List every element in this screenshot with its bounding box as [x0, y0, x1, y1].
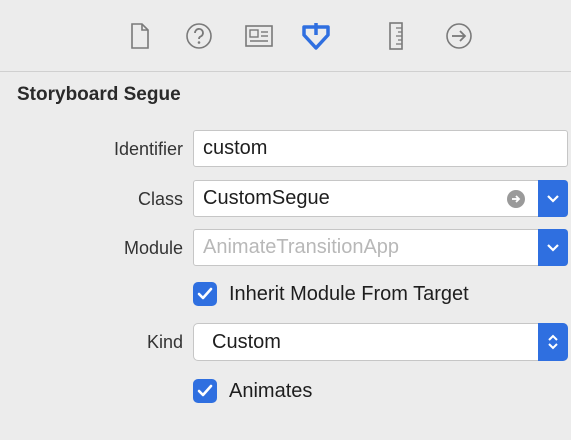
- animates-label: Animates: [229, 379, 313, 402]
- kind-value: Custom: [212, 331, 281, 353]
- file-icon[interactable]: [124, 20, 156, 52]
- inherit-module-label: Inherit Module From Target: [229, 282, 469, 305]
- ruler-icon[interactable]: [380, 20, 412, 52]
- inherit-module-checkbox[interactable]: [193, 282, 217, 306]
- class-dropdown-button[interactable]: [538, 180, 568, 217]
- identifier-label: Identifier: [113, 139, 183, 159]
- class-field[interactable]: CustomSegue: [193, 180, 568, 217]
- connections-icon[interactable]: [443, 20, 475, 52]
- up-down-chevron-icon: [548, 334, 558, 350]
- module-label: Module: [123, 238, 183, 258]
- goto-arrow-icon[interactable]: [507, 190, 525, 208]
- kind-stepper-button[interactable]: [538, 323, 568, 361]
- animates-checkbox[interactable]: [193, 379, 217, 403]
- checkmark-icon: [197, 384, 213, 397]
- module-field[interactable]: AnimateTransitionApp: [193, 229, 568, 266]
- animates-checkbox-row[interactable]: Animates: [193, 377, 312, 405]
- module-dropdown-button[interactable]: [538, 229, 568, 266]
- checkmark-icon: [197, 287, 213, 300]
- attributes-icon[interactable]: [300, 20, 332, 52]
- inherit-module-checkbox-row[interactable]: Inherit Module From Target: [193, 280, 469, 308]
- inspector-toolbar: [0, 0, 571, 72]
- class-label: Class: [137, 189, 183, 209]
- module-placeholder: AnimateTransitionApp: [203, 236, 400, 258]
- help-icon[interactable]: [183, 20, 215, 52]
- identity-icon[interactable]: [243, 20, 275, 52]
- class-value: CustomSegue: [203, 187, 330, 209]
- identifier-value: custom: [203, 137, 268, 159]
- kind-label: Kind: [146, 332, 183, 352]
- kind-popup[interactable]: Custom: [193, 323, 568, 361]
- identifier-field[interactable]: custom: [193, 130, 568, 167]
- section-title: Storyboard Segue: [17, 84, 181, 105]
- chevron-down-icon: [547, 194, 559, 203]
- chevron-down-icon: [547, 243, 559, 252]
